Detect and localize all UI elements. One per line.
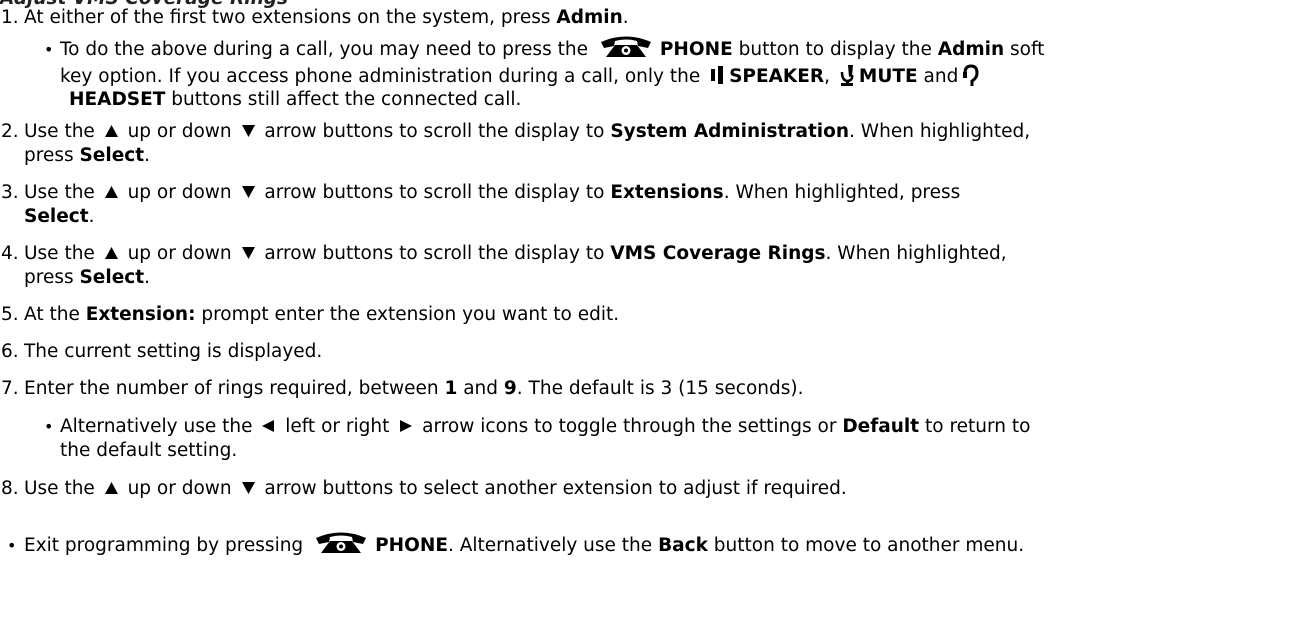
step-4-text-cont: press Select. [24,267,150,288]
down-arrow-icon [241,186,255,198]
sub-step-1-line-2: key option. If you access phone administ… [60,64,982,89]
step-7-text: Enter the number of rings required, betw… [24,378,804,399]
mute-icon [840,65,854,86]
step-8-text: Use the up or down arrow buttons to sele… [24,478,847,499]
step-number: 4. [1,243,19,264]
step-2-text-cont: press Select. [24,145,150,166]
bullet: • [44,40,54,59]
step-number: 5. [1,304,19,325]
sub-step-7-line-1: Alternatively use the left or right arro… [60,416,1031,437]
phone-icon [600,36,651,57]
up-arrow-icon [104,125,118,137]
step-3-text: Use the up or down arrow buttons to scro… [24,182,961,203]
step-number: 8. [1,478,19,499]
headset-icon [963,64,979,86]
phone-icon [316,532,367,553]
down-arrow-icon [241,482,255,494]
left-arrow-icon [262,420,275,432]
down-arrow-icon [241,247,255,259]
bullet: • [7,536,17,555]
step-number: 6. [1,341,19,362]
step-number: 2. [1,121,19,142]
step-number: 3. [1,182,19,203]
down-arrow-icon [241,125,255,137]
sub-step-1-line-3: HEADSET buttons still affect the connect… [69,89,522,110]
up-arrow-icon [104,186,118,198]
step-6-text: The current setting is displayed. [24,341,323,362]
step-3-text-cont: Select. [24,206,95,227]
speaker-icon [711,66,724,84]
step-4-text: Use the up or down arrow buttons to scro… [24,243,1007,264]
step-1-text: At either of the first two extensions on… [24,7,629,28]
step-5-text: At the Extension: prompt enter the exten… [24,304,620,325]
final-instruction: Exit programming by pressing PHONE. Alte… [24,532,1024,558]
step-number: 1. [1,7,19,28]
up-arrow-icon [104,482,118,494]
step-number: 7. [1,378,19,399]
step-2-text: Use the up or down arrow buttons to scro… [24,121,1031,142]
bullet: • [44,417,54,436]
up-arrow-icon [104,247,118,259]
sub-step-1-line-1: To do the above during a call, you may n… [60,36,1044,62]
sub-step-7-line-2: the default setting. [60,440,238,461]
right-arrow-icon [400,420,413,432]
